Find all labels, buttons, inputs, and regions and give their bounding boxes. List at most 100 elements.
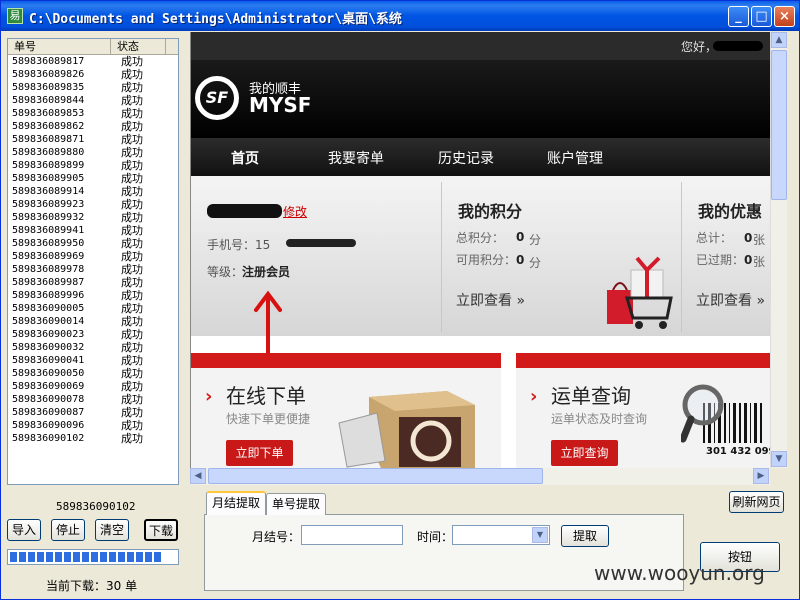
list-item[interactable]: 589836089817 成功 [8, 55, 178, 68]
list-item[interactable]: 589836089950 成功 [8, 237, 178, 250]
list-item[interactable]: 589836089905 成功 [8, 172, 178, 185]
list-item[interactable]: 589836090014 成功 [8, 315, 178, 328]
points-view-link[interactable]: 立即查看 » [456, 290, 525, 310]
panel-divider [441, 182, 442, 332]
minimize-button[interactable]: _ [728, 6, 749, 27]
nav-send[interactable]: 我要寄单 [328, 148, 384, 168]
refresh-page-button[interactable]: 刷新网页 [729, 491, 784, 513]
available-points-unit: 分 [529, 256, 542, 270]
scroll-right-arrow-icon[interactable]: ▶ [753, 468, 769, 484]
level-label: 等级： [207, 265, 244, 279]
scroll-down-arrow-icon[interactable]: ▼ [771, 451, 787, 467]
list-item[interactable]: 589836089941 成功 [8, 224, 178, 237]
list-item[interactable]: 589836090087 成功 [8, 406, 178, 419]
list-item[interactable]: 589836090032 成功 [8, 341, 178, 354]
track-now-button[interactable]: 立即查询 [551, 440, 618, 466]
list-item[interactable]: 589836089826 成功 [8, 68, 178, 81]
progress-block [82, 552, 89, 562]
stop-button[interactable]: 停止 [51, 519, 85, 541]
scroll-left-arrow-icon[interactable]: ◀ [190, 468, 206, 484]
list-item[interactable]: 589836089844 成功 [8, 94, 178, 107]
nav-home[interactable]: 首页 [231, 148, 259, 168]
status-cell: 成功 [121, 146, 143, 159]
web-view[interactable]: 您好， SF 我的顺丰 MYSF 首页 我要寄单 历史记录 账户管理 修改 手机… [190, 32, 770, 468]
chevron-down-icon[interactable]: ▼ [532, 527, 548, 543]
edit-link[interactable]: 修改 [283, 203, 307, 220]
list-item[interactable]: 589836089932 成功 [8, 211, 178, 224]
status-cell: 成功 [121, 172, 143, 185]
tracking-title: 运单查询 [551, 384, 631, 408]
list-item[interactable]: 589836089880 成功 [8, 146, 178, 159]
list-item[interactable]: 589836090050 成功 [8, 367, 178, 380]
nav-account[interactable]: 账户管理 [547, 148, 603, 168]
available-points-value: 0 [516, 253, 525, 267]
clear-button[interactable]: 清空 [95, 519, 129, 541]
status-cell: 成功 [121, 120, 143, 133]
tab-month-extract[interactable]: 月结提取 [206, 491, 267, 515]
horizontal-scrollbar[interactable]: ◀ ▶ [190, 468, 770, 485]
progress-block [55, 552, 62, 562]
list-item[interactable]: 589836089853 成功 [8, 107, 178, 120]
points-title: 我的积分 [458, 202, 523, 221]
order-number-cell: 589836090069 [12, 381, 85, 392]
list-item[interactable]: 589836090078 成功 [8, 393, 178, 406]
maximize-button[interactable]: □ [751, 6, 772, 27]
nav-history[interactable]: 历史记录 [438, 148, 494, 168]
list-item[interactable]: 589836090069 成功 [8, 380, 178, 393]
tab-order-extract[interactable]: 单号提取 [266, 493, 327, 515]
sf-logo-icon[interactable]: SF [195, 76, 239, 120]
logo-bar: SF 我的顺丰 MYSF [191, 60, 770, 138]
list-item[interactable]: 589836089871 成功 [8, 133, 178, 146]
redacted-name [207, 204, 282, 218]
order-number-cell: 589836090078 [12, 394, 85, 405]
card-header-bar [516, 353, 770, 368]
list-item[interactable]: 589836089996 成功 [8, 289, 178, 302]
list-item[interactable]: 589836089987 成功 [8, 276, 178, 289]
order-number-cell: 589836089871 [12, 134, 85, 145]
scroll-up-arrow-icon[interactable]: ▲ [771, 32, 787, 48]
status-cell: 成功 [121, 159, 143, 172]
order-list[interactable]: 单号 状态 589836089817 成功 589836089826 成功 589836… [7, 38, 179, 485]
status-cell: 成功 [121, 315, 143, 328]
import-button[interactable]: 导入 [7, 519, 41, 541]
column-header-order[interactable]: 单号 [8, 39, 111, 54]
online-order-card[interactable]: › 在线下单 快速下单更便捷 立即下单 [191, 353, 501, 468]
list-item[interactable]: 589836090102 成功 [8, 432, 178, 445]
list-item[interactable]: 589836090005 成功 [8, 302, 178, 315]
order-now-button[interactable]: 立即下单 [226, 440, 293, 466]
month-account-label: 月结号： [252, 530, 301, 544]
coupons-view-link[interactable]: 立即查看 » [696, 290, 765, 310]
download-button[interactable]: 下载 [144, 519, 178, 541]
extract-button[interactable]: 提取 [561, 525, 609, 547]
month-account-input[interactable] [301, 525, 403, 545]
order-number-cell: 589836090087 [12, 407, 85, 418]
list-item[interactable]: 589836089978 成功 [8, 263, 178, 276]
list-item[interactable]: 589836090096 成功 [8, 419, 178, 432]
close-button[interactable]: × [774, 6, 795, 27]
column-header-status[interactable]: 状态 [111, 39, 166, 54]
order-number-cell: 589836090014 [12, 316, 85, 327]
list-item[interactable]: 589836089835 成功 [8, 81, 178, 94]
list-item[interactable]: 589836089923 成功 [8, 198, 178, 211]
list-item[interactable]: 589836090023 成功 [8, 328, 178, 341]
tracking-card[interactable]: › 运单查询 运单状态及时查询 立即查询 301 432 099 5 [516, 353, 770, 468]
vertical-scrollbar[interactable]: ▲ ▼ [770, 32, 787, 468]
list-item[interactable]: 589836089914 成功 [8, 185, 178, 198]
list-item[interactable]: 589836089899 成功 [8, 159, 178, 172]
time-select[interactable]: ▼ [452, 525, 550, 545]
status-cell: 成功 [121, 133, 143, 146]
list-rows: 589836089817 成功 589836089826 成功 589836089835… [8, 55, 178, 445]
list-item[interactable]: 589836089969 成功 [8, 250, 178, 263]
progress-block [73, 552, 80, 562]
status-cell: 成功 [121, 302, 143, 315]
horizontal-scroll-thumb[interactable] [208, 468, 543, 484]
title-bar[interactable]: 易 C:\Documents and Settings\Administrato… [1, 1, 799, 31]
vertical-scroll-thumb[interactable] [771, 50, 787, 200]
status-cell: 成功 [121, 185, 143, 198]
list-item[interactable]: 589836089862 成功 [8, 120, 178, 133]
total-points-label: 总积分： [456, 231, 505, 245]
available-points-label: 可用积分： [456, 253, 517, 267]
level-value: 注册会员 [242, 265, 291, 279]
list-item[interactable]: 589836090041 成功 [8, 354, 178, 367]
status-cell: 成功 [121, 328, 143, 341]
